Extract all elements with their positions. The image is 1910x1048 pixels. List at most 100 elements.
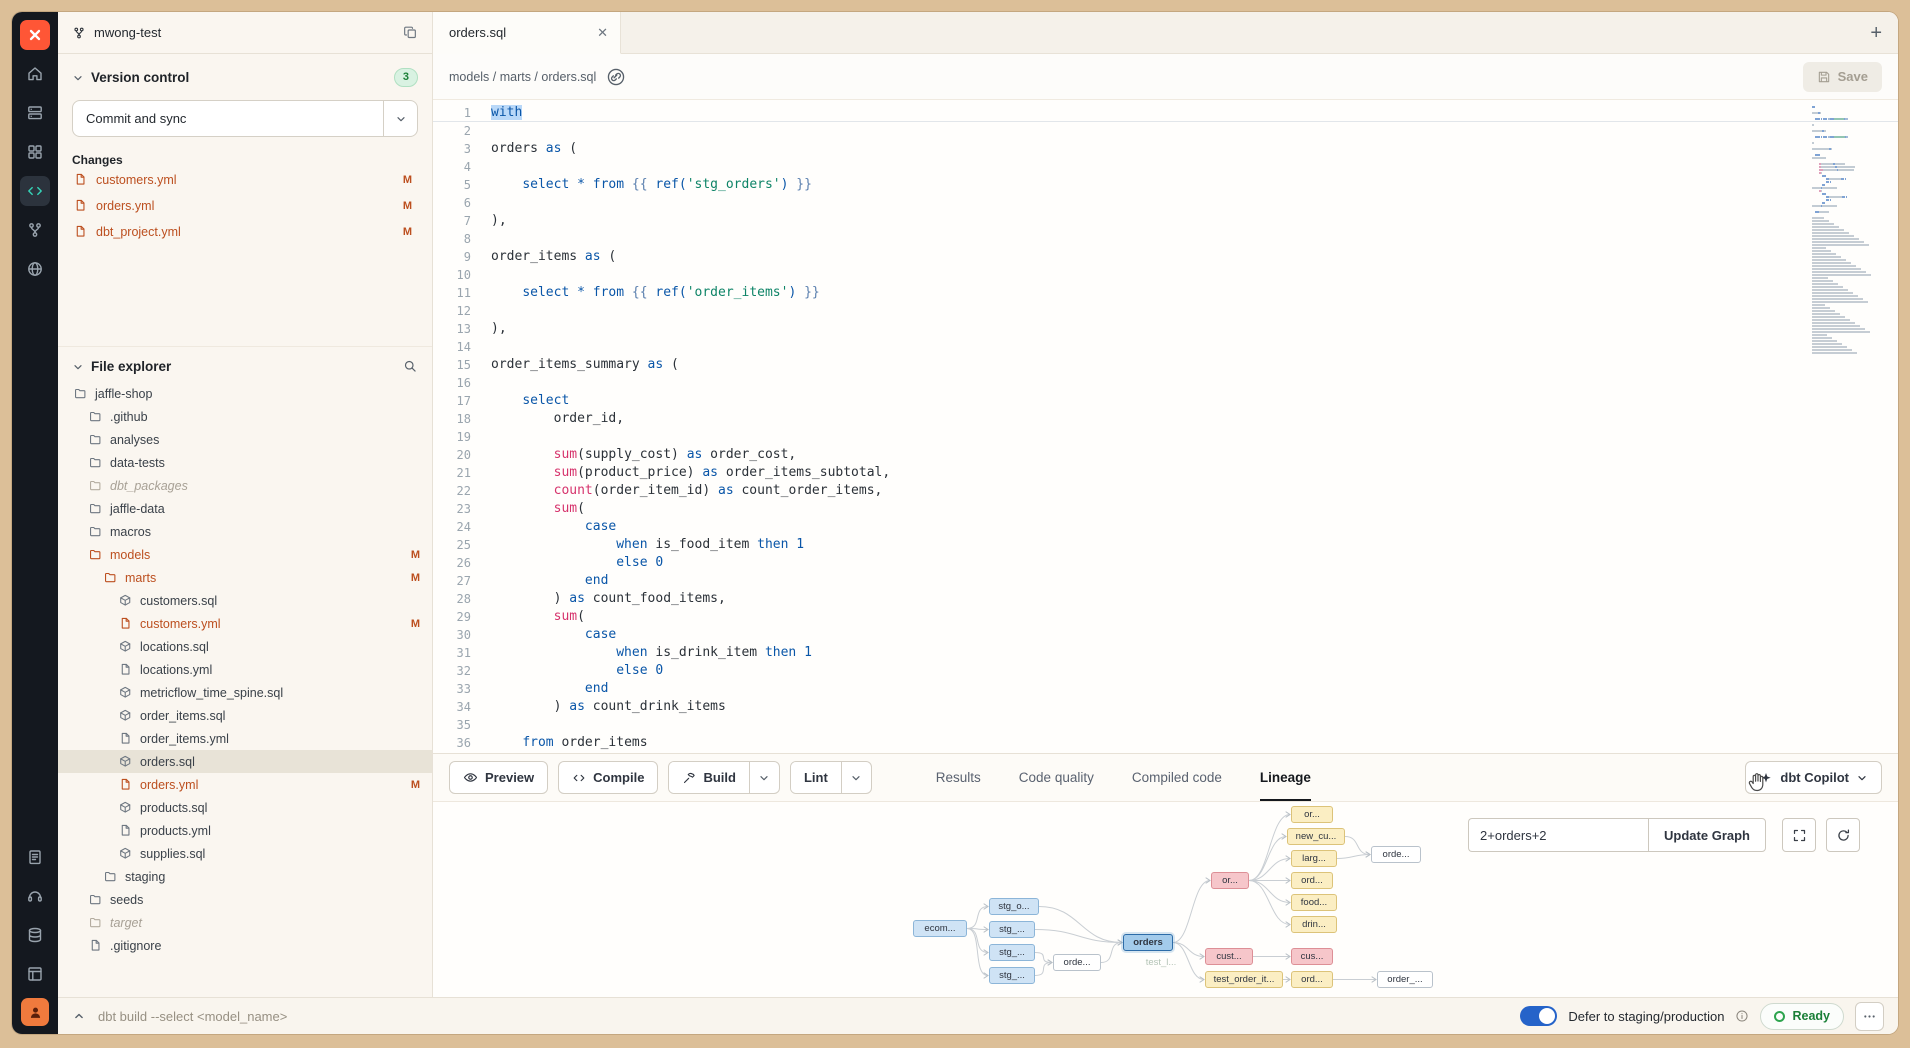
code-line-31[interactable]: 31 when is_drink_item then 1 [433,644,1898,662]
code-line-22[interactable]: 22 count(order_item_id) as count_order_i… [433,482,1898,500]
file-tree-item-locations.sql[interactable]: locations.sql [58,635,432,658]
copy-link-icon[interactable] [606,67,626,87]
code-line-24[interactable]: 24 case [433,518,1898,536]
file-tree-item-target[interactable]: target [58,911,432,934]
code-line-27[interactable]: 27 end [433,572,1898,590]
rail-ide-icon[interactable] [20,176,50,206]
code-line-2[interactable]: 2 [433,122,1898,140]
search-icon[interactable] [403,359,418,374]
rail-docs-icon[interactable] [20,959,50,989]
file-tree-item-supplies.sql[interactable]: supplies.sql [58,842,432,865]
code-line-4[interactable]: 4 [433,158,1898,176]
lineage-node-y_new[interactable]: new_cu... [1287,828,1345,845]
file-tree-item-orders.yml[interactable]: orders.ymlM [58,773,432,796]
code-line-36[interactable]: 36 from order_items [433,734,1898,752]
dbt-logo-icon[interactable] [20,20,50,50]
rail-catalog-icon[interactable] [20,920,50,950]
commit-and-sync-button[interactable]: Commit and sync [72,100,418,137]
file-tree-item-.gitignore[interactable]: .gitignore [58,934,432,957]
lineage-node-orde_l[interactable]: orde... [1053,954,1101,971]
code-line-25[interactable]: 25 when is_food_item then 1 [433,536,1898,554]
rail-notes-icon[interactable] [20,842,50,872]
changed-file-row[interactable]: orders.ymlM [72,193,418,219]
file-tree-item-customers.sql[interactable]: customers.sql [58,589,432,612]
code-editor[interactable]: 1with23orders as (45 select * from {{ re… [433,100,1898,753]
lint-options-chevron[interactable] [841,762,871,793]
commit-options-chevron[interactable] [383,101,417,136]
code-line-19[interactable]: 19 [433,428,1898,446]
lint-button[interactable]: Lint [791,762,841,793]
lineage-node-stg_o[interactable]: stg_o... [989,898,1039,915]
file-tree-item-products.sql[interactable]: products.sql [58,796,432,819]
file-tree-item-marts[interactable]: martsM [58,566,432,589]
chevron-down-icon[interactable] [72,361,84,373]
panel-tab-lineage[interactable]: Lineage [1260,754,1311,801]
build-options-chevron[interactable] [749,762,779,793]
rail-support-icon[interactable] [20,881,50,911]
lineage-node-y_larg[interactable]: larg... [1291,850,1337,867]
lineage-node-or_p[interactable]: or... [1211,872,1249,889]
file-tree-item-models[interactable]: modelsM [58,543,432,566]
chevron-down-icon[interactable] [72,72,84,84]
file-tree-item-.github[interactable]: .github [58,405,432,428]
code-line-21[interactable]: 21 sum(product_price) as order_items_sub… [433,464,1898,482]
file-tree-item-products.yml[interactable]: products.yml [58,819,432,842]
lineage-node-orders[interactable]: orders [1123,934,1173,951]
editor-minimap[interactable] [1812,106,1884,355]
rail-orchestration-icon[interactable] [20,254,50,284]
lineage-node-stg_2[interactable]: stg_... [989,944,1035,961]
lineage-node-y_drin[interactable]: drin... [1291,916,1337,933]
file-tree-item-order_items.yml[interactable]: order_items.yml [58,727,432,750]
rail-environments-icon[interactable] [20,98,50,128]
code-line-33[interactable]: 33 end [433,680,1898,698]
file-tree-item-seeds[interactable]: seeds [58,888,432,911]
code-line-32[interactable]: 32 else 0 [433,662,1898,680]
code-line-13[interactable]: 13), [433,320,1898,338]
file-tree-item-metricflow_time_spine.sql[interactable]: metricflow_time_spine.sql [58,681,432,704]
file-tree-item-jaffle-data[interactable]: jaffle-data [58,497,432,520]
lineage-node-y_ord2[interactable]: ord... [1291,971,1333,988]
editor-tab-orders-sql[interactable]: orders.sql ✕ [433,12,621,54]
new-tab-button[interactable]: + [1870,23,1882,43]
rail-home-icon[interactable] [20,59,50,89]
panel-tab-results[interactable]: Results [936,754,981,801]
info-icon[interactable] [1735,1009,1749,1023]
file-tree-item-jaffle-shop[interactable]: jaffle-shop [58,382,432,405]
copy-icon[interactable] [403,25,418,40]
more-options-button[interactable] [1855,1002,1884,1031]
close-icon[interactable]: ✕ [597,25,608,41]
lineage-node-order_r[interactable]: order_... [1377,971,1433,988]
file-tree-item-dbt_packages[interactable]: dbt_packages [58,474,432,497]
panel-tab-code-quality[interactable]: Code quality [1019,754,1094,801]
refresh-icon[interactable] [1826,818,1860,852]
code-line-12[interactable]: 12 [433,302,1898,320]
lineage-node-y_food[interactable]: food... [1291,894,1337,911]
file-tree-item-customers.yml[interactable]: customers.ymlM [58,612,432,635]
rail-version-control-icon[interactable] [20,215,50,245]
code-line-6[interactable]: 6 [433,194,1898,212]
user-avatar[interactable] [21,998,49,1026]
rail-apps-icon[interactable] [20,137,50,167]
expand-command-bar-button[interactable] [72,1009,86,1023]
file-tree-item-analyses[interactable]: analyses [58,428,432,451]
file-tree-item-locations.yml[interactable]: locations.yml [58,658,432,681]
lineage-node-test_ghost[interactable]: test_l... [1133,955,1189,972]
code-line-30[interactable]: 30 case [433,626,1898,644]
lineage-node-test_oi[interactable]: test_order_it... [1205,971,1283,988]
code-line-18[interactable]: 18 order_id, [433,410,1898,428]
build-button[interactable]: Build [669,762,749,793]
code-line-5[interactable]: 5 select * from {{ ref('stg_orders') }} [433,176,1898,194]
code-line-10[interactable]: 10 [433,266,1898,284]
save-button[interactable]: Save [1803,62,1882,92]
lineage-node-y_ord1[interactable]: ord... [1291,872,1333,889]
code-line-11[interactable]: 11 select * from {{ ref('order_items') }… [433,284,1898,302]
file-tree-item-order_items.sql[interactable]: order_items.sql [58,704,432,727]
dbt-copilot-button[interactable]: dbt Copilot [1745,761,1882,794]
lineage-node-cust[interactable]: cust... [1205,948,1253,965]
lineage-node-p_cus[interactable]: cus... [1291,948,1333,965]
code-line-37[interactable]: 37 [433,752,1898,753]
lineage-node-stg_3[interactable]: stg_... [989,967,1035,984]
code-line-29[interactable]: 29 sum( [433,608,1898,626]
update-graph-button[interactable]: Update Graph [1648,818,1766,852]
lineage-node-ecom[interactable]: ecom... [913,920,967,937]
